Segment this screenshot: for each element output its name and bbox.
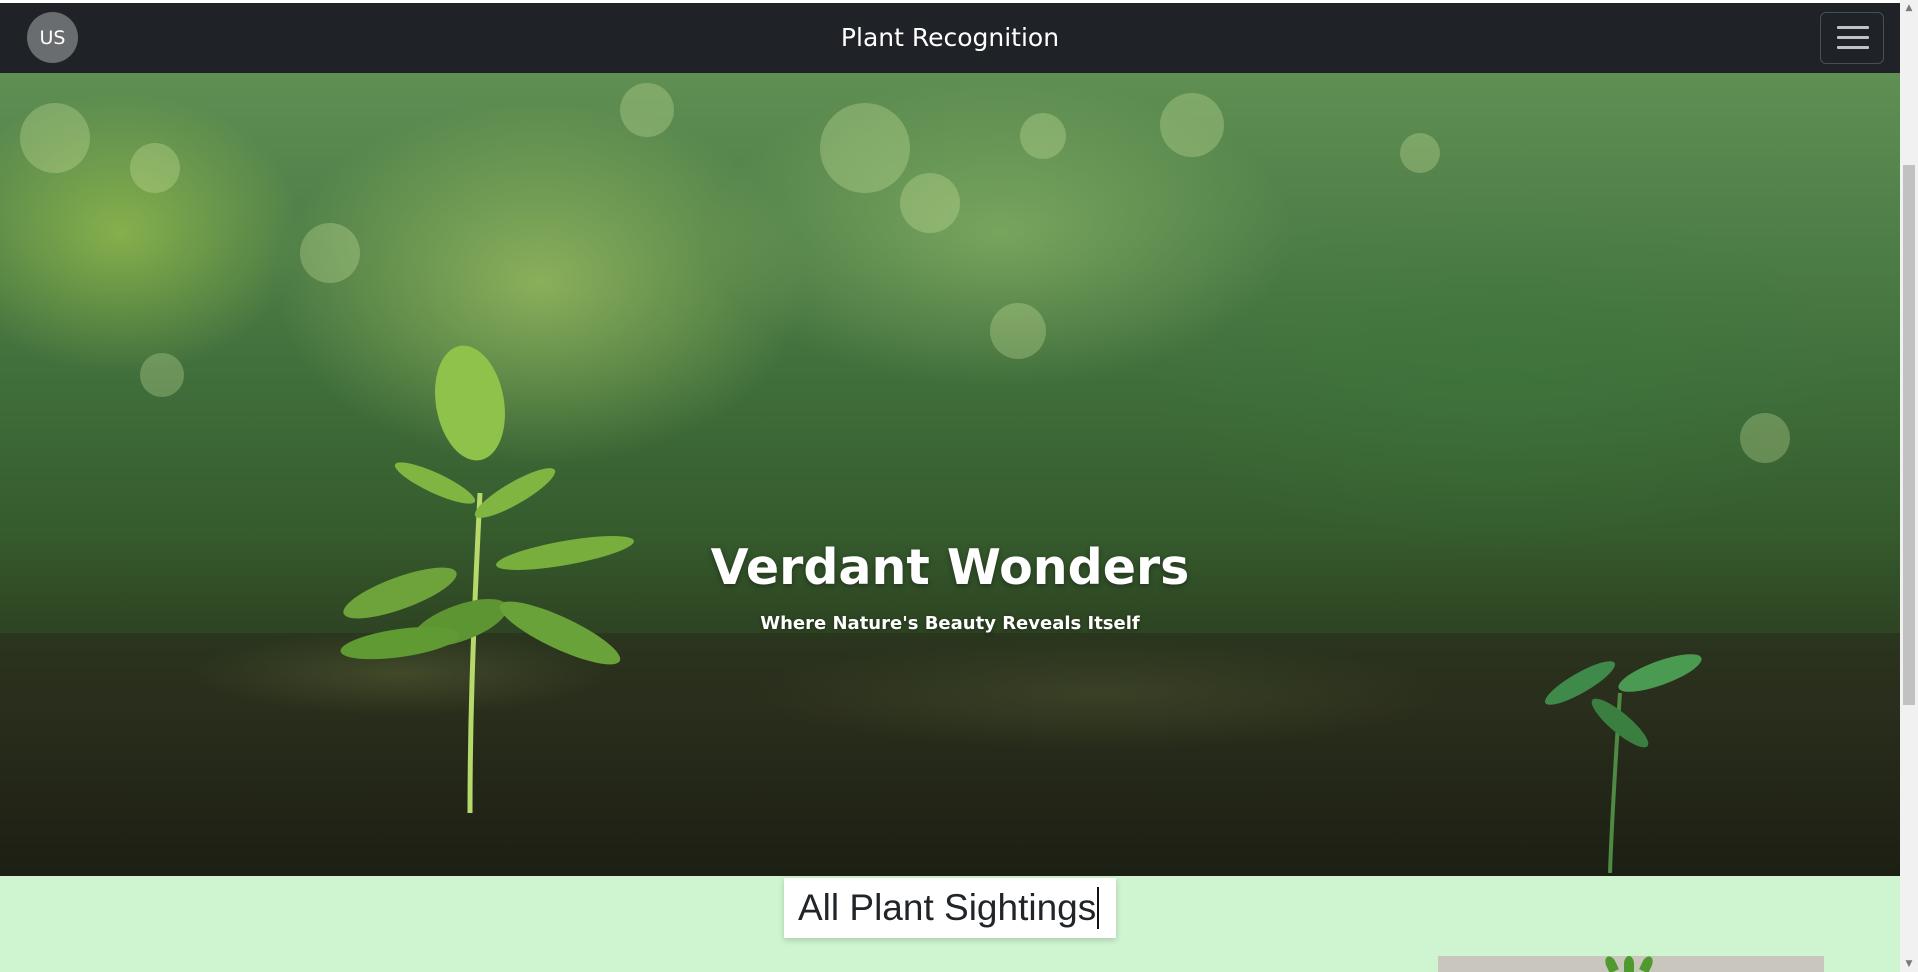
menu-bar bbox=[1837, 36, 1869, 39]
scroll-thumb[interactable] bbox=[1903, 165, 1915, 705]
leaf-shape bbox=[1624, 956, 1634, 972]
bokeh-light bbox=[1160, 93, 1224, 157]
leaf-shape bbox=[1603, 956, 1619, 972]
bokeh-light bbox=[820, 103, 910, 193]
bokeh-light bbox=[1740, 413, 1790, 463]
scroll-down-arrow-icon[interactable]: ▼ bbox=[1900, 956, 1918, 972]
bokeh-light bbox=[900, 173, 960, 233]
menu-bar bbox=[1837, 26, 1869, 29]
bokeh-light bbox=[620, 83, 674, 137]
hero-subtitle: Where Nature's Beauty Reveals Itself bbox=[760, 613, 1140, 634]
navbar: US Plant Recognition bbox=[0, 3, 1900, 73]
small-seedling-illustration bbox=[1545, 654, 1702, 873]
bokeh-light bbox=[990, 303, 1046, 359]
leaf-shape bbox=[1639, 956, 1655, 972]
hero-title: Verdant Wonders bbox=[710, 539, 1190, 596]
sightings-title-text: All Plant Sightings bbox=[798, 887, 1097, 928]
scroll-up-arrow-icon[interactable]: ▲ bbox=[1900, 0, 1918, 16]
bokeh-light bbox=[20, 103, 90, 173]
plant-card-image[interactable] bbox=[1438, 956, 1824, 972]
bokeh-light bbox=[1400, 133, 1440, 173]
menu-bar bbox=[1837, 46, 1869, 49]
sightings-title[interactable]: All Plant Sightings bbox=[784, 878, 1116, 938]
page: US Plant Recognition Verdant Wonders Whe… bbox=[0, 0, 1918, 972]
bokeh-light bbox=[140, 353, 184, 397]
bokeh-light bbox=[130, 143, 180, 193]
bokeh-light bbox=[1020, 113, 1066, 159]
hamburger-menu-icon[interactable] bbox=[1820, 12, 1884, 64]
text-caret bbox=[1097, 887, 1100, 929]
hero-banner: Verdant Wonders Where Nature's Beauty Re… bbox=[0, 73, 1900, 876]
brand-title[interactable]: Plant Recognition bbox=[0, 23, 1900, 52]
vertical-scrollbar[interactable]: ▲ ▼ bbox=[1900, 0, 1918, 972]
bokeh-light bbox=[300, 223, 360, 283]
